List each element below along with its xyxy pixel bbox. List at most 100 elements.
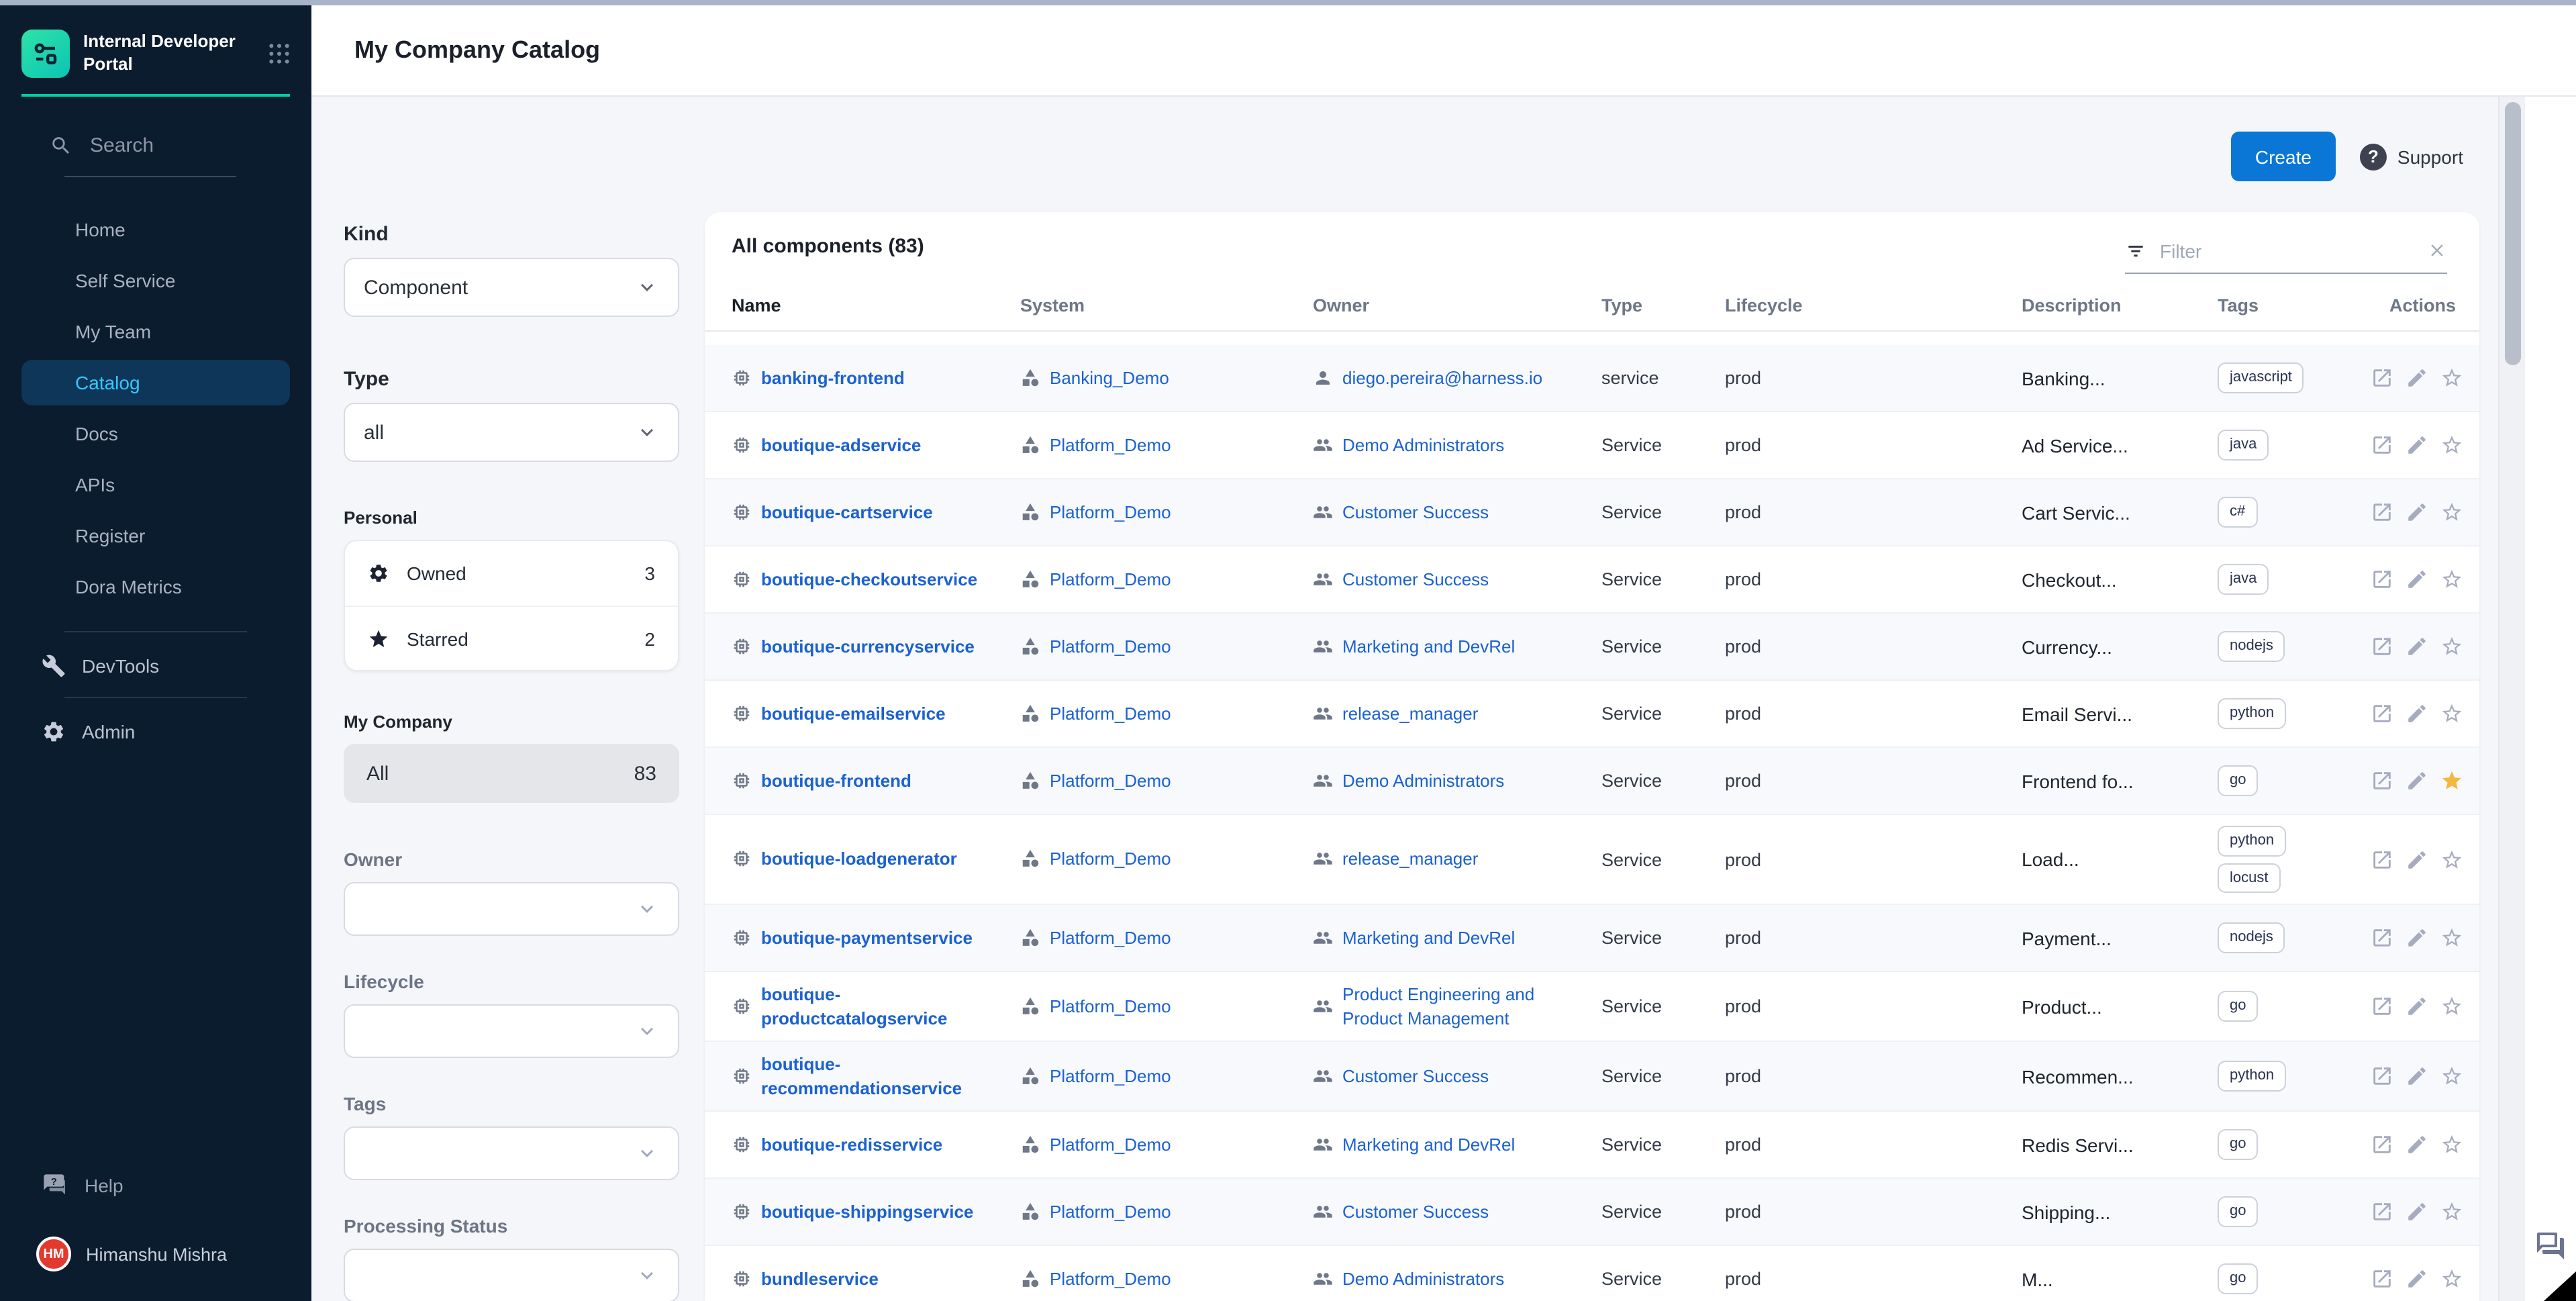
lifecycle-select[interactable] xyxy=(344,1004,679,1058)
owner-link[interactable]: Marketing and DevRel xyxy=(1342,1133,1515,1157)
sidebar-item-devtools[interactable]: DevTools xyxy=(0,654,311,678)
edit-icon[interactable] xyxy=(2406,1133,2428,1156)
system-link[interactable]: Platform_Demo xyxy=(1050,847,1171,871)
component-link[interactable]: boutique-checkoutservice xyxy=(761,567,977,591)
open-in-new-icon[interactable] xyxy=(2371,1267,2393,1290)
star-icon[interactable] xyxy=(2440,568,2463,591)
sidebar-item-admin[interactable]: Admin xyxy=(0,720,311,744)
tags-select[interactable] xyxy=(344,1126,679,1180)
star-icon[interactable] xyxy=(2440,635,2463,658)
sidebar-search[interactable]: Search xyxy=(50,134,311,157)
system-link[interactable]: Platform_Demo xyxy=(1050,1267,1171,1291)
star-icon[interactable] xyxy=(2440,702,2463,725)
column-header-name[interactable]: Name xyxy=(732,295,1020,316)
open-in-new-icon[interactable] xyxy=(2371,702,2393,725)
edit-icon[interactable] xyxy=(2406,1200,2428,1223)
open-in-new-icon[interactable] xyxy=(2371,501,2393,524)
star-icon[interactable] xyxy=(2440,1133,2463,1156)
open-in-new-icon[interactable] xyxy=(2371,926,2393,949)
star-icon[interactable] xyxy=(2440,434,2463,456)
system-link[interactable]: Platform_Demo xyxy=(1050,500,1171,524)
edit-icon[interactable] xyxy=(2406,568,2428,591)
component-link[interactable]: boutique-shippingservice xyxy=(761,1200,973,1224)
vertical-scrollbar-track[interactable] xyxy=(2498,97,2525,1301)
system-link[interactable]: Platform_Demo xyxy=(1050,567,1171,591)
filter-starred[interactable]: Starred2 xyxy=(345,606,678,670)
open-in-new-icon[interactable] xyxy=(2371,995,2393,1018)
component-link[interactable]: boutique-redisservice xyxy=(761,1133,942,1157)
sidebar-item-catalog[interactable]: Catalog xyxy=(21,360,290,405)
open-in-new-icon[interactable] xyxy=(2371,434,2393,456)
system-link[interactable]: Platform_Demo xyxy=(1050,634,1171,658)
open-in-new-icon[interactable] xyxy=(2371,848,2393,871)
sidebar-item-help[interactable]: ? Help xyxy=(0,1172,311,1199)
system-link[interactable]: Platform_Demo xyxy=(1050,1065,1171,1088)
edit-icon[interactable] xyxy=(2406,1267,2428,1290)
filter-all-selected[interactable]: All 83 xyxy=(344,744,679,803)
component-link[interactable]: boutique-productcatalogservice xyxy=(761,983,1004,1030)
system-link[interactable]: Platform_Demo xyxy=(1050,926,1171,949)
open-in-new-icon[interactable] xyxy=(2371,1065,2393,1088)
system-link[interactable]: Platform_Demo xyxy=(1050,433,1171,456)
open-in-new-icon[interactable] xyxy=(2371,568,2393,591)
star-icon[interactable] xyxy=(2440,367,2463,389)
edit-icon[interactable] xyxy=(2406,769,2428,792)
sidebar-item-docs[interactable]: Docs xyxy=(0,408,311,459)
component-link[interactable]: boutique-frontend xyxy=(761,769,911,792)
edit-icon[interactable] xyxy=(2406,702,2428,725)
edit-icon[interactable] xyxy=(2406,1065,2428,1088)
system-link[interactable]: Platform_Demo xyxy=(1050,1133,1171,1157)
owner-link[interactable]: Customer Success xyxy=(1342,1200,1489,1224)
system-link[interactable]: Platform_Demo xyxy=(1050,702,1171,725)
star-icon[interactable] xyxy=(2440,769,2463,792)
open-in-new-icon[interactable] xyxy=(2371,769,2393,792)
open-in-new-icon[interactable] xyxy=(2371,635,2393,658)
component-link[interactable]: boutique-paymentservice xyxy=(761,926,973,949)
type-select[interactable]: all xyxy=(344,403,679,462)
system-link[interactable]: Platform_Demo xyxy=(1050,1200,1171,1224)
owner-link[interactable]: release_manager xyxy=(1342,847,1478,871)
edit-icon[interactable] xyxy=(2406,635,2428,658)
star-icon[interactable] xyxy=(2440,848,2463,871)
component-link[interactable]: banking-frontend xyxy=(761,366,905,389)
owner-link[interactable]: Demo Administrators xyxy=(1342,1267,1504,1291)
owner-link[interactable]: release_manager xyxy=(1342,702,1478,725)
create-button[interactable]: Create xyxy=(2231,132,2336,181)
component-link[interactable]: boutique-emailservice xyxy=(761,702,946,725)
system-link[interactable]: Banking_Demo xyxy=(1050,366,1169,389)
component-link[interactable]: boutique-adservice xyxy=(761,433,921,456)
edit-icon[interactable] xyxy=(2406,848,2428,871)
sidebar-item-dora-metrics[interactable]: Dora Metrics xyxy=(0,561,311,612)
sidebar-item-my-team[interactable]: My Team xyxy=(0,306,311,357)
apps-grid-icon[interactable] xyxy=(266,40,293,67)
close-icon[interactable] xyxy=(2427,240,2447,260)
user-menu[interactable]: HM Himanshu Mishra xyxy=(0,1237,311,1271)
star-icon[interactable] xyxy=(2440,926,2463,949)
system-link[interactable]: Platform_Demo xyxy=(1050,769,1171,792)
edit-icon[interactable] xyxy=(2406,995,2428,1018)
owner-link[interactable]: Customer Success xyxy=(1342,567,1489,591)
star-icon[interactable] xyxy=(2440,995,2463,1018)
owner-link[interactable]: Demo Administrators xyxy=(1342,769,1504,792)
filter-owned[interactable]: Owned3 xyxy=(345,541,678,606)
kind-select[interactable]: Component xyxy=(344,258,679,317)
vertical-scrollbar-thumb[interactable] xyxy=(2505,102,2521,365)
table-filter-input[interactable]: Filter xyxy=(2125,228,2447,274)
open-in-new-icon[interactable] xyxy=(2371,1200,2393,1223)
owner-link[interactable]: Demo Administrators xyxy=(1342,433,1504,456)
edit-icon[interactable] xyxy=(2406,434,2428,456)
open-in-new-icon[interactable] xyxy=(2371,1133,2393,1156)
component-link[interactable]: boutique-currencyservice xyxy=(761,634,975,658)
owner-link[interactable]: Marketing and DevRel xyxy=(1342,634,1515,658)
star-icon[interactable] xyxy=(2440,501,2463,524)
component-link[interactable]: boutique-recommendationservice xyxy=(761,1053,1004,1100)
edit-icon[interactable] xyxy=(2406,367,2428,389)
owner-link[interactable]: Customer Success xyxy=(1342,1065,1489,1088)
sidebar-item-home[interactable]: Home xyxy=(0,204,311,255)
chat-bubbles-icon[interactable] xyxy=(2534,1230,2567,1262)
component-link[interactable]: boutique-loadgenerator xyxy=(761,847,957,871)
owner-link[interactable]: diego.pereira@harness.io xyxy=(1342,366,1542,389)
component-link[interactable]: bundleservice xyxy=(761,1267,879,1291)
owner-link[interactable]: Product Engineering and Product Manageme… xyxy=(1342,983,1585,1030)
edit-icon[interactable] xyxy=(2406,501,2428,524)
